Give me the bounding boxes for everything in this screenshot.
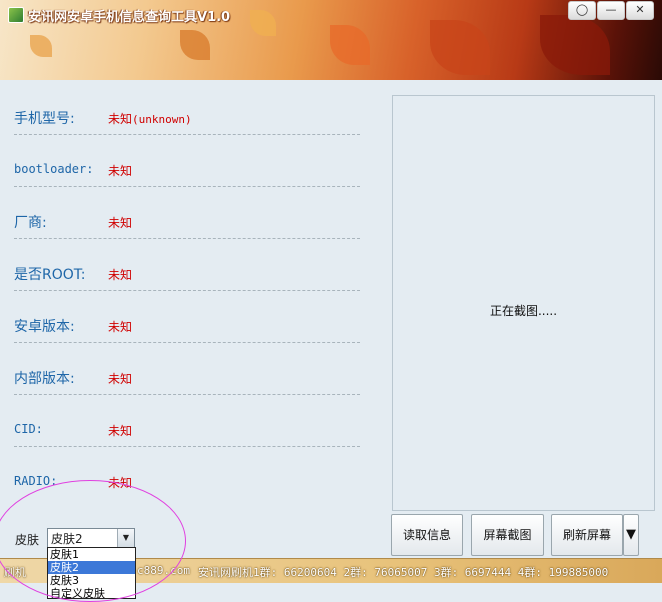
cid-value: 未知	[108, 424, 133, 438]
skin-select[interactable]: 皮肤2 ▼	[47, 528, 135, 548]
skin-selected-value: 皮肤2	[51, 532, 83, 546]
screen-capture-button[interactable]: 屏幕截图	[471, 514, 544, 556]
bootloader-value: 未知	[108, 164, 133, 178]
leaf-decoration	[540, 15, 610, 75]
bootloader-row: bootloader: 未知	[14, 134, 360, 187]
app-icon	[8, 7, 24, 23]
cid-label: CID:	[14, 422, 43, 436]
phone-model-row: 手机型号: 未知(unknown)	[14, 82, 360, 135]
build-version-label: 内部版本:	[14, 371, 75, 387]
cid-row: CID: 未知	[14, 394, 360, 447]
chevron-down-icon[interactable]: ▼	[117, 529, 134, 547]
screenshot-panel: 正在截图.....	[392, 95, 655, 511]
refresh-screen-button[interactable]: 刷新屏幕	[551, 514, 623, 556]
skin-option-3[interactable]: 皮肤3	[48, 574, 135, 587]
build-version-value: 未知	[108, 372, 133, 386]
android-version-row: 安卓版本: 未知	[14, 290, 360, 343]
phone-model-label: 手机型号:	[14, 111, 75, 127]
phone-model-value: 未知(unknown)	[108, 112, 192, 126]
leaf-decoration	[250, 10, 276, 36]
leaf-decoration	[330, 25, 370, 65]
manufacturer-row: 厂商: 未知	[14, 186, 360, 239]
leaf-decoration	[30, 35, 52, 57]
radio-row: RADIO: 未知	[14, 446, 360, 498]
manufacturer-label: 厂商:	[14, 215, 47, 231]
leaf-decoration	[430, 20, 490, 75]
close-button[interactable]: ✕	[626, 1, 654, 20]
screenshot-status: 正在截图.....	[489, 304, 558, 318]
phone-model-extra: (unknown)	[132, 113, 192, 126]
manufacturer-value: 未知	[108, 216, 133, 230]
android-version-value: 未知	[108, 320, 133, 334]
radio-label: RADIO:	[14, 474, 58, 488]
android-version-label: 安卓版本:	[14, 319, 75, 335]
root-label: 是否ROOT:	[14, 267, 86, 283]
feedback-icon[interactable]: ◯	[568, 1, 596, 20]
bootloader-label: bootloader:	[14, 162, 94, 176]
skin-dropdown-list: 皮肤1 皮肤2 皮肤3 自定义皮肤	[47, 547, 136, 599]
status-groups: 安讯网刷机1群: 66200604 2群: 76065007 3群: 66974…	[198, 566, 609, 579]
radio-value: 未知	[108, 476, 133, 490]
status-website: c889.com	[137, 564, 190, 577]
skin-option-2[interactable]: 皮肤2	[48, 561, 135, 574]
skin-option-custom[interactable]: 自定义皮肤	[48, 587, 135, 598]
minimize-button[interactable]: —	[597, 1, 625, 20]
read-info-button[interactable]: 读取信息	[391, 514, 463, 556]
leaf-decoration	[180, 30, 210, 60]
skin-label: 皮肤	[15, 533, 40, 547]
title-bar: 安讯网安卓手机信息查询工具V1.0 ◯ — ✕	[0, 0, 662, 80]
window-title: 安讯网安卓手机信息查询工具V1.0	[28, 10, 231, 25]
more-dropdown-button[interactable]: ▼	[623, 514, 639, 556]
build-version-row: 内部版本: 未知	[14, 342, 360, 395]
root-value: 未知	[108, 268, 133, 282]
info-panel: 手机型号: 未知(unknown) bootloader: 未知 厂商: 未知 …	[0, 80, 380, 520]
skin-option-1[interactable]: 皮肤1	[48, 548, 135, 561]
status-left: 刷机	[4, 566, 26, 579]
root-row: 是否ROOT: 未知	[14, 238, 360, 291]
